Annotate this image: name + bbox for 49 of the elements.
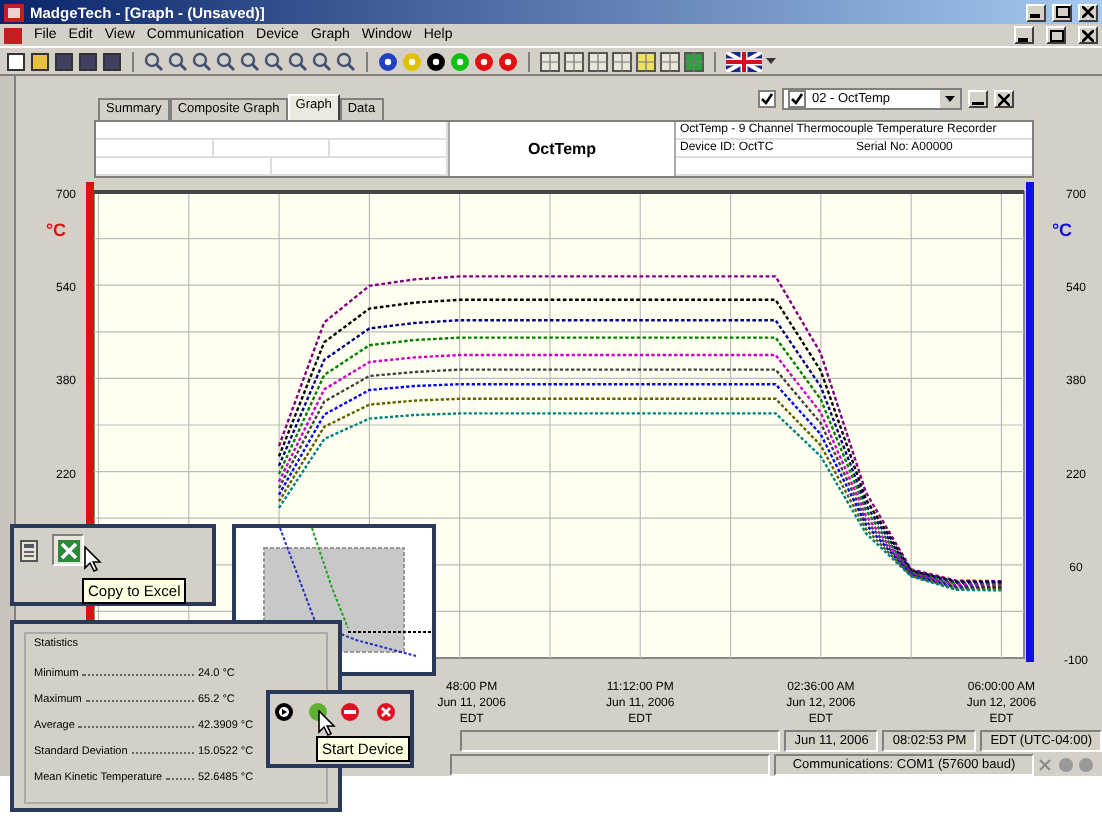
magnifier-icon[interactable]	[264, 51, 284, 71]
graph-title: OctTemp	[527, 140, 597, 158]
play-icon[interactable]	[274, 702, 294, 722]
minimize-button[interactable]	[1014, 26, 1034, 44]
grid-icon[interactable]	[684, 51, 704, 71]
close-icon	[1082, 29, 1094, 41]
checkbox[interactable]	[788, 90, 806, 108]
magnifier-icon[interactable]	[192, 51, 212, 71]
right-unit-label: °C	[1051, 220, 1073, 240]
close-icon	[1082, 6, 1094, 18]
excel-button[interactable]	[52, 534, 84, 566]
grid-icon[interactable]	[564, 51, 584, 71]
caret-icon[interactable]	[766, 57, 776, 65]
magnifier-icon[interactable]	[312, 51, 332, 71]
minimize-button[interactable]	[968, 90, 988, 108]
grid-icon[interactable]	[612, 51, 632, 71]
magnifier-icon[interactable]	[168, 51, 188, 71]
checkbox[interactable]	[758, 90, 776, 108]
grid-icon[interactable]	[636, 51, 656, 71]
document-icon	[4, 27, 22, 43]
close-button[interactable]	[1078, 26, 1098, 44]
minimize-button[interactable]	[1026, 3, 1046, 21]
flag-icon[interactable]	[726, 51, 762, 71]
magnifier-icon[interactable]	[288, 51, 308, 71]
mouse-cursor-icon	[84, 546, 102, 572]
grid-icon[interactable]	[588, 51, 608, 71]
circle-icon[interactable]	[378, 51, 398, 71]
close-button[interactable]	[1078, 3, 1098, 21]
close-button[interactable]	[994, 90, 1014, 108]
magnifier-icon[interactable]	[336, 51, 356, 71]
magnifier-icon[interactable]	[240, 51, 260, 71]
calculator-icon[interactable]	[20, 540, 38, 562]
circle-icon[interactable]	[426, 51, 446, 71]
left-unit-label: °C	[45, 220, 67, 240]
magnifier-icon[interactable]	[216, 51, 236, 71]
grid-icon[interactable]	[540, 51, 560, 71]
cancel-icon[interactable]	[376, 702, 396, 722]
stop-icon[interactable]	[340, 702, 360, 722]
app-icon	[4, 3, 24, 21]
grid-icon[interactable]	[660, 51, 680, 71]
magnifier-icon[interactable]	[144, 51, 164, 71]
maximize-button[interactable]	[1052, 3, 1072, 21]
dropdown-arrow-icon[interactable]	[940, 90, 960, 108]
mouse-cursor-icon	[318, 710, 336, 736]
restore-icon	[1049, 29, 1063, 41]
close-icon	[998, 93, 1010, 105]
restore-button[interactable]	[1046, 26, 1066, 44]
connection-status-icon	[1038, 756, 1098, 774]
maximize-icon	[1055, 6, 1069, 18]
